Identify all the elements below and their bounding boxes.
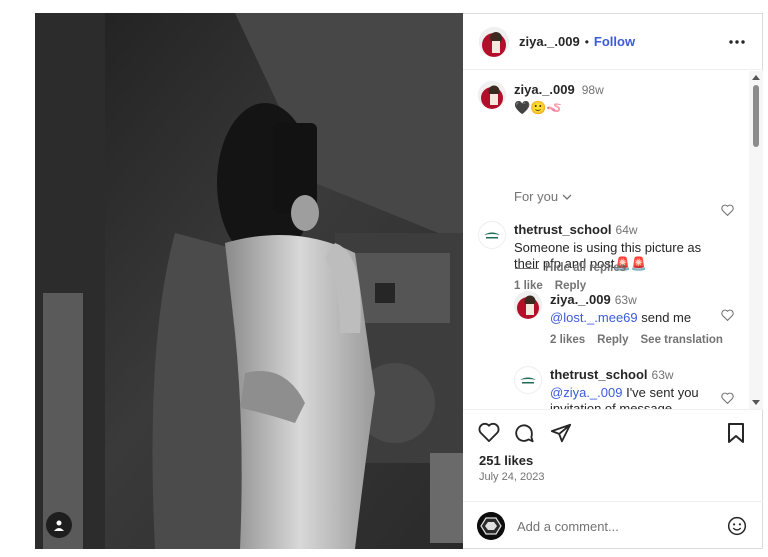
reply-mention[interactable]: @ziya._.009 bbox=[550, 385, 622, 400]
scroll-down-icon[interactable] bbox=[752, 400, 760, 405]
reply-username[interactable]: ziya._.009 bbox=[550, 292, 611, 307]
post-sidebar: ziya._.009 • Follow ziya._.009 98w 🖤🙂🪱 Fo… bbox=[463, 13, 763, 549]
reply-text: send me bbox=[637, 310, 692, 325]
reply-reply-button[interactable]: Reply bbox=[597, 334, 628, 346]
reply-time[interactable]: 63w bbox=[615, 293, 637, 307]
post-image bbox=[35, 13, 463, 549]
reply-heart-icon[interactable] bbox=[721, 392, 734, 404]
reply-avatar[interactable] bbox=[514, 366, 542, 394]
author-username[interactable]: ziya._.009 bbox=[519, 34, 580, 49]
caption-username[interactable]: ziya._.009 bbox=[514, 82, 575, 97]
caption: ziya._.009 98w 🖤🙂🪱 bbox=[478, 81, 604, 116]
reply-username[interactable]: thetrust_school bbox=[550, 367, 648, 382]
caption-time[interactable]: 98w bbox=[582, 83, 604, 97]
comment-item: thetrust_school 64w Someone is using this… bbox=[478, 221, 718, 292]
hide-replies-button[interactable]: Hide all replies bbox=[515, 262, 626, 274]
bookmark-icon[interactable] bbox=[727, 422, 745, 444]
hide-replies-label: Hide all replies bbox=[545, 262, 627, 274]
reply-avatar[interactable] bbox=[514, 291, 542, 319]
reply-heart-icon[interactable] bbox=[721, 309, 734, 321]
comment-time[interactable]: 64w bbox=[616, 223, 638, 237]
chevron-down-icon bbox=[562, 194, 572, 200]
reply-item: ziya._.009 63w @lost._.mee69 send me 2 li… bbox=[514, 291, 744, 346]
caption-avatar[interactable] bbox=[478, 81, 506, 109]
comments-scrollbar[interactable] bbox=[749, 71, 763, 409]
reply-item: thetrust_school 63w @ziya._.009 I've sent… bbox=[514, 366, 744, 409]
comments-list[interactable]: ziya._.009 98w 🖤🙂🪱 For you thetrust_schoo… bbox=[463, 71, 749, 409]
post-header: ziya._.009 • Follow bbox=[463, 14, 763, 70]
reply-likes[interactable]: 2 likes bbox=[550, 334, 585, 346]
comment-input[interactable] bbox=[517, 518, 707, 534]
emoji-icon[interactable] bbox=[727, 516, 747, 536]
comment-username[interactable]: thetrust_school bbox=[514, 222, 612, 237]
scroll-up-icon[interactable] bbox=[752, 75, 760, 80]
send-icon[interactable] bbox=[550, 422, 572, 444]
heart-icon[interactable] bbox=[478, 422, 500, 442]
follow-button[interactable]: Follow bbox=[594, 34, 635, 49]
viewer-avatar bbox=[477, 512, 505, 540]
reply-mention[interactable]: @lost._.mee69 bbox=[550, 310, 638, 325]
add-comment-bar bbox=[463, 501, 763, 550]
user-tag-icon[interactable] bbox=[46, 512, 72, 538]
caption-text: 🖤🙂🪱 bbox=[514, 100, 563, 115]
header-separator: • bbox=[584, 34, 589, 49]
sort-dropdown[interactable]: For you bbox=[514, 189, 572, 204]
likes-count[interactable]: 251 likes bbox=[479, 453, 533, 468]
sort-label: For you bbox=[514, 189, 559, 204]
see-translation-button[interactable]: See translation bbox=[641, 334, 723, 346]
post-date[interactable]: July 24, 2023 bbox=[479, 471, 544, 483]
scroll-thumb[interactable] bbox=[753, 85, 759, 147]
reply-time[interactable]: 63w bbox=[652, 368, 674, 382]
more-icon[interactable] bbox=[727, 32, 747, 52]
comment-icon[interactable] bbox=[513, 422, 535, 444]
commenter-avatar[interactable] bbox=[478, 221, 506, 249]
post-photo[interactable] bbox=[35, 13, 463, 549]
author-avatar[interactable] bbox=[479, 26, 509, 57]
post-actions: 251 likes July 24, 2023 bbox=[463, 409, 763, 501]
comment-heart-icon[interactable] bbox=[721, 204, 734, 216]
